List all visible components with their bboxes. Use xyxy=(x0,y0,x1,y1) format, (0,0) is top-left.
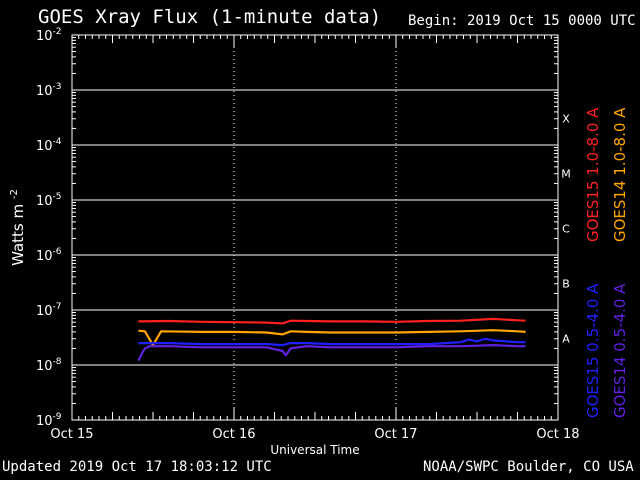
y-axis-label: Watts m -2 xyxy=(9,189,27,266)
series-line-3 xyxy=(138,337,526,347)
y-tick-label: 10-6 xyxy=(36,247,62,264)
legend-entry: GOES15 0.5-4.0 A xyxy=(584,283,602,418)
plot-frame xyxy=(71,34,559,421)
chart-svg: 10-210-310-410-510-610-710-810-9Oct 15 Oc… xyxy=(9,27,629,457)
y-tick-label: 10-4 xyxy=(36,137,62,154)
legend-entry: GOES14 0.5-4.0 A xyxy=(611,283,629,418)
flare-class-label: C xyxy=(562,223,570,236)
legend-entry: GOES14 1.0-8.0 A xyxy=(611,107,629,242)
flare-class-label: X xyxy=(562,113,570,126)
series-line-1 xyxy=(138,317,526,325)
updated-timestamp: Updated 2019 Oct 17 18:03:12 UTC xyxy=(2,459,272,475)
x-tick-label: Oct 17 xyxy=(374,427,417,442)
x-axis-label: Universal Time xyxy=(270,443,359,457)
legend-entry: GOES15 1.0-8.0 A xyxy=(584,107,602,242)
x-tick-label: Oct 15 xyxy=(50,427,93,442)
y-tick-label: 10-8 xyxy=(36,357,62,374)
series-line-4 xyxy=(137,344,526,362)
flare-class-label: A xyxy=(562,333,570,346)
y-tick-label: 10-3 xyxy=(36,82,62,99)
y-tick-label: 10-5 xyxy=(36,192,62,209)
flare-class-label: B xyxy=(562,278,570,291)
credit-label: NOAA/SWPC Boulder, CO USA xyxy=(423,459,634,475)
x-tick-label: Oct 18 xyxy=(536,427,579,442)
y-tick-label: 10-2 xyxy=(36,27,62,44)
y-tick-label: 10-7 xyxy=(36,302,62,319)
flare-class-label: M xyxy=(561,168,571,181)
x-tick-label: Oct 16 xyxy=(212,427,255,442)
